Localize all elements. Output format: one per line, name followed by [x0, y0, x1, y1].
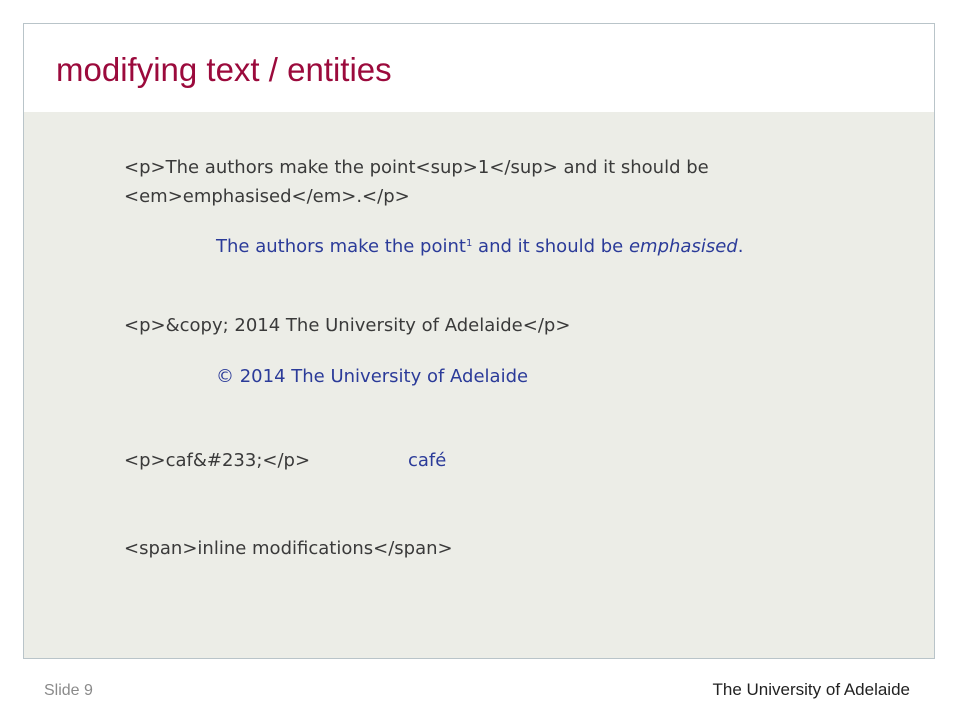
render-copy-entity: © 2014 The University of Adelaide [216, 366, 529, 387]
render-numeric-entity: café [408, 450, 447, 471]
code-span: <span>inline modifications</span> [124, 538, 453, 559]
code-sup-em-line1: <p>The authors make the point<sup>1</sup… [124, 157, 709, 178]
render-sup-em: The authors make the point1 and it shoul… [216, 230, 743, 260]
slide-title: modifying text / entities [56, 51, 392, 88]
render-sup-em-text-middle: and it should be [472, 236, 629, 257]
footer-slide-number: Slide 9 [44, 682, 93, 699]
slide-body: <p>The authors make the point<sup>1</sup… [24, 112, 934, 658]
title-bar: modifying text / entities [24, 24, 934, 112]
slide-frame: modifying text / entities <p>The authors… [23, 23, 935, 659]
code-sup-em-line2: <em>emphasised</em>.</p> [124, 186, 410, 207]
render-sup-em-text-start: The authors make the point [216, 236, 466, 257]
footer-organisation: The University of Adelaide [712, 680, 911, 699]
render-emphasised: emphasised [628, 236, 738, 257]
code-numeric-entity: <p>caf&#233;</p> [124, 450, 311, 471]
code-copy-entity: <p>&copy; 2014 The University of Adelaid… [124, 315, 571, 336]
slide: modifying text / entities <p>The authors… [0, 0, 960, 720]
render-sup-em-text-end: . [737, 236, 744, 257]
